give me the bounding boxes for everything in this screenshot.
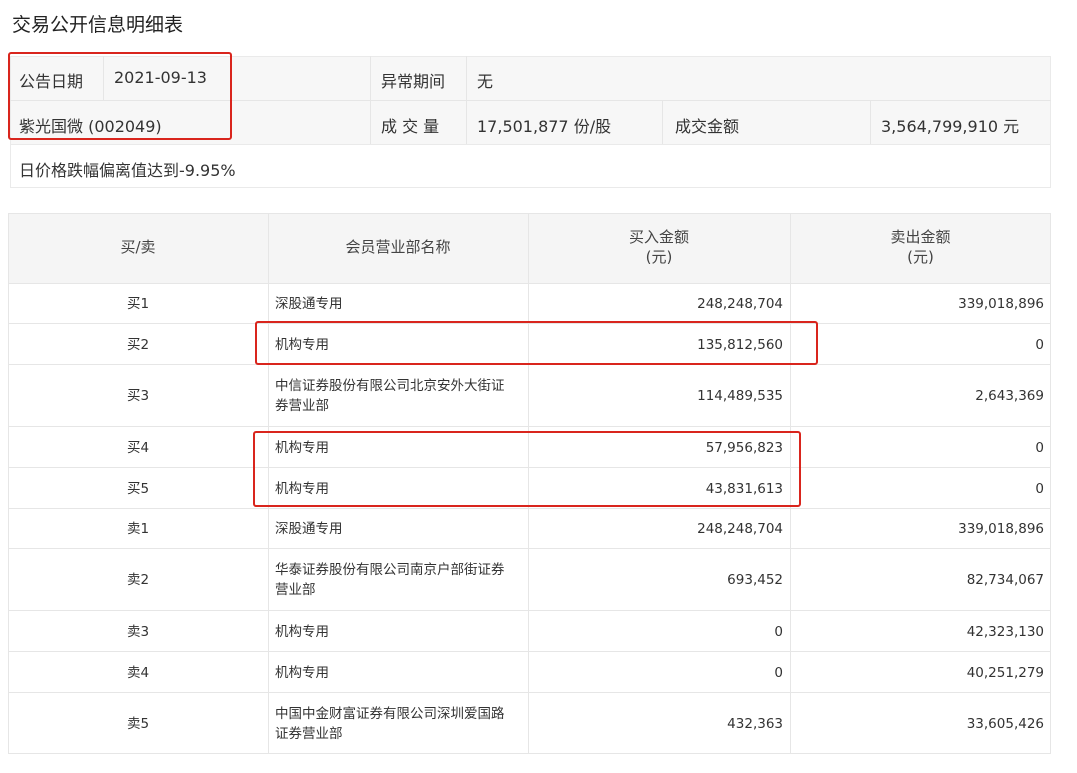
table-row: 买1 深股通专用 248,248,704 339,018,896 bbox=[8, 283, 1051, 323]
table-row: 卖2 华泰证券股份有限公司南京户部街证券 营业部 693,452 82,734,067 bbox=[8, 548, 1051, 610]
cell-buy-amount: 0 bbox=[774, 623, 783, 640]
abnormal-label: 异常期间 bbox=[381, 72, 446, 91]
cell-side: 卖3 bbox=[126, 623, 150, 640]
cell-sell-amount: 0 bbox=[1035, 480, 1044, 497]
table-row: 卖5 中国中金财富证券有限公司深圳爱国路 证券营业部 432,363 33,605,42… bbox=[8, 692, 1051, 754]
cell-buy-amount: 248,248,704 bbox=[697, 296, 783, 312]
cell-member-name: 深股通专用 bbox=[275, 519, 525, 539]
cell-side: 买5 bbox=[126, 480, 150, 497]
amount-label: 成交金额 bbox=[675, 117, 740, 136]
header-buy: 买入金额 (元) bbox=[528, 227, 790, 267]
member-name-line2: 营业部 bbox=[275, 582, 316, 598]
cell-sell-amount: 339,018,896 bbox=[958, 521, 1044, 537]
member-name-line1: 华泰证券股份有限公司南京户部街证券 bbox=[275, 562, 505, 578]
member-name-line1: 机构专用 bbox=[275, 664, 329, 681]
cell-member-name: 深股通专用 bbox=[275, 294, 525, 314]
header-buy-line1: 买入金额 bbox=[628, 228, 689, 246]
header-sell-line1: 卖出金额 bbox=[890, 228, 951, 246]
highlight-box-buy4-buy5 bbox=[253, 431, 801, 507]
member-name-line2: 券营业部 bbox=[275, 398, 329, 414]
member-name-line2: 证券营业部 bbox=[275, 726, 343, 742]
cell-sell-amount: 339,018,896 bbox=[958, 296, 1044, 312]
cell-sell-amount: 33,605,426 bbox=[966, 716, 1044, 732]
cell-side: 买1 bbox=[126, 296, 150, 312]
member-name-line1: 中国中金财富证券有限公司深圳爱国路 bbox=[275, 706, 505, 722]
table-row: 卖3 机构专用 0 42,323,130 bbox=[8, 610, 1051, 651]
cell-side: 买3 bbox=[126, 388, 150, 404]
cell-buy-amount: 693,452 bbox=[727, 572, 783, 588]
cell-side: 卖5 bbox=[126, 716, 150, 732]
header-buy-line2: (元) bbox=[645, 248, 673, 266]
amount-value: 3,564,799,910 元 bbox=[881, 117, 1020, 136]
cell-side: 买4 bbox=[126, 439, 150, 456]
cell-buy-amount: 432,363 bbox=[727, 716, 783, 732]
highlight-box-buy2 bbox=[255, 321, 818, 365]
cell-sell-amount: 82,734,067 bbox=[966, 572, 1044, 588]
cell-member-name: 中信证券股份有限公司北京安外大街证 券营业部 bbox=[275, 376, 525, 416]
member-name-line1: 深股通专用 bbox=[275, 521, 343, 537]
member-name-line1: 中信证券股份有限公司北京安外大街证 bbox=[275, 378, 505, 394]
cell-side: 卖4 bbox=[126, 664, 150, 681]
cell-buy-amount: 248,248,704 bbox=[697, 521, 783, 537]
cell-member-name: 机构专用 bbox=[275, 663, 525, 683]
abnormal-value: 无 bbox=[477, 72, 494, 91]
cell-side: 卖2 bbox=[126, 572, 150, 588]
cell-side: 卖1 bbox=[126, 521, 150, 537]
table-row: 卖1 深股通专用 248,248,704 339,018,896 bbox=[8, 508, 1051, 548]
volume-value: 17,501,877 份/股 bbox=[477, 117, 612, 136]
header-side: 买/卖 bbox=[120, 238, 156, 256]
cell-sell-amount: 0 bbox=[1035, 439, 1044, 456]
cell-member-name: 中国中金财富证券有限公司深圳爱国路 证券营业部 bbox=[275, 704, 525, 744]
header-name: 会员营业部名称 bbox=[345, 238, 451, 256]
page-title: 交易公开信息明细表 bbox=[12, 14, 184, 36]
cell-buy-amount: 114,489,535 bbox=[697, 388, 783, 404]
cell-member-name: 华泰证券股份有限公司南京户部街证券 营业部 bbox=[275, 560, 525, 600]
header-sell: 卖出金额 (元) bbox=[790, 227, 1051, 267]
cell-sell-amount: 42,323,130 bbox=[966, 623, 1044, 640]
cell-sell-amount: 0 bbox=[1035, 336, 1044, 353]
cell-member-name: 机构专用 bbox=[275, 622, 525, 642]
cell-buy-amount: 0 bbox=[774, 664, 783, 681]
reason-text: 日价格跌幅偏离值达到-9.95% bbox=[19, 161, 236, 180]
cell-sell-amount: 40,251,279 bbox=[966, 664, 1044, 681]
volume-label: 成 交 量 bbox=[381, 117, 440, 136]
cell-side: 买2 bbox=[126, 336, 150, 353]
highlight-box-date-stock bbox=[8, 52, 232, 140]
member-name-line1: 机构专用 bbox=[275, 623, 329, 640]
header-sell-line2: (元) bbox=[907, 248, 934, 266]
cell-sell-amount: 2,643,369 bbox=[975, 388, 1044, 404]
table-row: 卖4 机构专用 0 40,251,279 bbox=[8, 651, 1051, 692]
member-name-line1: 深股通专用 bbox=[275, 296, 343, 312]
table-row: 买3 中信证券股份有限公司北京安外大街证 券营业部 114,489,535 2,643,… bbox=[8, 364, 1051, 426]
